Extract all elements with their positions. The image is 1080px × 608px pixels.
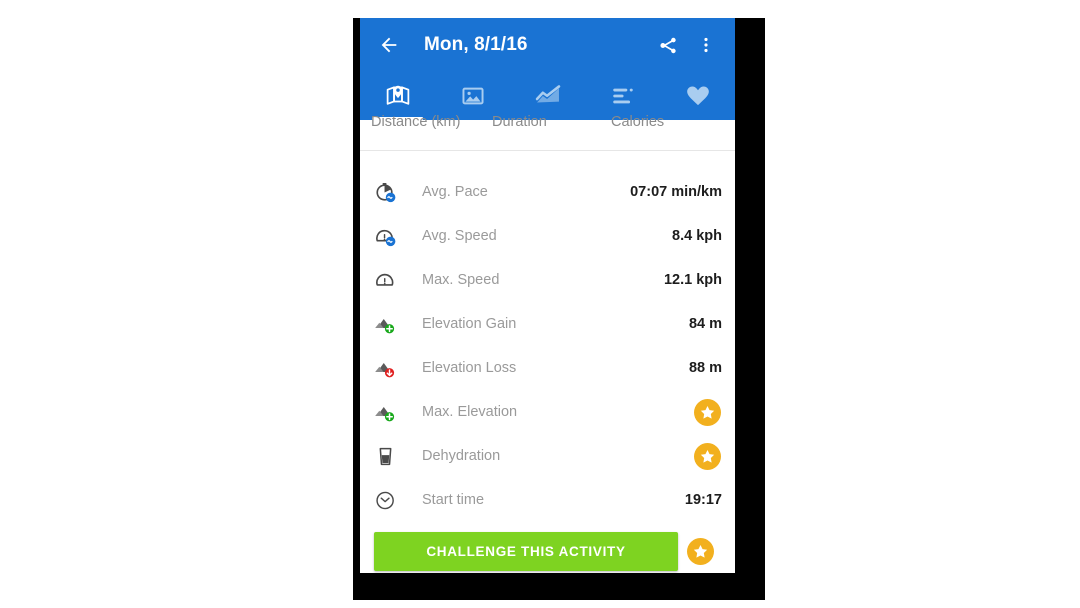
tab-graphs[interactable] [510, 72, 585, 120]
table-row[interactable]: Max. Speed 12.1 kph [360, 258, 735, 302]
stat-label: Avg. Speed [422, 228, 497, 244]
stats-list: Avg. Pace 07:07 min/km Avg. Speed 8.4 kp… [360, 164, 735, 522]
map-pin-icon [386, 85, 409, 105]
line-chart-icon [535, 85, 560, 103]
table-row[interactable]: Max. Elevation [360, 390, 735, 434]
page-title: Mon, 8/1/16 [424, 34, 528, 55]
max-elevation-icon [374, 401, 408, 424]
table-row[interactable]: Elevation Gain 84 m [360, 302, 735, 346]
tab-splits[interactable] [585, 72, 660, 120]
table-row[interactable]: Avg. Pace 07:07 min/km [360, 170, 735, 214]
start-time-icon [374, 489, 408, 512]
summary-header-calories: Calories [611, 114, 665, 130]
avg-pace-icon [374, 181, 408, 204]
stat-value: 8.4 kph [672, 228, 722, 244]
stat-value: 07:07 min/km [630, 184, 722, 200]
premium-lock-button[interactable] [692, 441, 722, 471]
phone-screen: Mon, 8/1/16 Distance (km) Duration Calor… [360, 18, 735, 573]
elevation-gain-icon [374, 313, 408, 336]
summary-header-strip: Distance (km) Duration Calories [360, 114, 735, 151]
table-row[interactable]: Dehydration [360, 434, 735, 478]
stat-label: Start time [422, 492, 485, 508]
stat-label: Elevation Loss [422, 360, 517, 376]
app-bar: Mon, 8/1/16 [360, 18, 735, 72]
stat-label: Elevation Gain [422, 316, 517, 332]
stat-label: Avg. Pace [422, 184, 488, 200]
star-badge-icon [686, 538, 714, 565]
back-button[interactable] [370, 26, 408, 64]
tab-map[interactable] [360, 72, 435, 120]
screenshot-root: Mon, 8/1/16 Distance (km) Duration Calor… [0, 0, 1080, 608]
stat-value: 84 m [688, 316, 722, 332]
max-speed-icon [374, 269, 408, 292]
stat-value: 88 m [688, 360, 722, 376]
premium-lock-button[interactable] [692, 397, 722, 427]
cta-section: CHALLENGE THIS ACTIVITY [360, 522, 735, 571]
tab-heart-rate[interactable] [660, 72, 735, 120]
table-row[interactable]: Start time 19:17 [360, 478, 735, 522]
star-badge-icon [693, 442, 721, 470]
stat-label: Dehydration [422, 448, 501, 464]
challenge-this-activity-button[interactable]: CHALLENGE THIS ACTIVITY [374, 532, 678, 571]
tab-bar [360, 72, 735, 120]
share-icon [659, 37, 676, 53]
elevation-loss-icon [374, 357, 408, 380]
stat-label: Max. Elevation [422, 404, 518, 420]
star-badge-icon [693, 398, 721, 426]
table-row[interactable]: Avg. Speed 8.4 kph [360, 214, 735, 258]
summary-header-distance: Distance (km) [371, 114, 461, 130]
dehydration-icon [374, 445, 408, 468]
stat-label: Max. Speed [422, 272, 500, 288]
stat-value: 19:17 [684, 492, 722, 508]
heart-icon [686, 86, 709, 106]
image-icon [461, 87, 484, 105]
bar-list-icon [612, 88, 633, 104]
summary-header-duration: Duration [492, 114, 547, 130]
tab-photos[interactable] [435, 72, 510, 120]
cta-premium-lock-button[interactable] [678, 538, 722, 565]
overflow-menu-button[interactable] [687, 26, 725, 64]
section-gap [360, 151, 735, 164]
more-vert-icon [704, 37, 708, 53]
avg-speed-icon [374, 225, 408, 248]
arrow-left-icon [381, 37, 397, 53]
share-button[interactable] [649, 26, 687, 64]
stat-value: 12.1 kph [663, 272, 722, 288]
table-row[interactable]: Elevation Loss 88 m [360, 346, 735, 390]
